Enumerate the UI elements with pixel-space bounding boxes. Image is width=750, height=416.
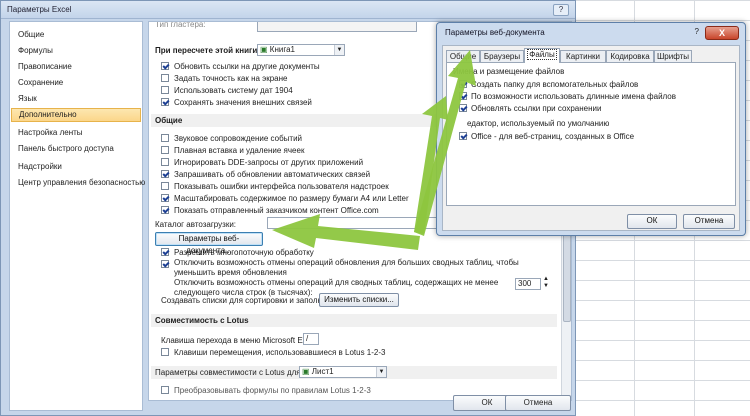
lotus-nav-label: Клавиши перемещения, использовавшиеся в …	[174, 348, 386, 357]
long-names-checkbox[interactable]	[459, 92, 467, 100]
lotus-section-header: Совместимость с Lotus	[151, 314, 557, 327]
nav-item-general[interactable]: Общие	[11, 28, 141, 42]
spinner-icon[interactable]: ▲ ▼	[543, 276, 549, 290]
recalc-label: При пересчете этой книги:	[155, 46, 260, 55]
nav-item-formulas[interactable]: Формулы	[11, 44, 141, 58]
recalc-workbook-select[interactable]: ▣ Книга1 ▼	[257, 44, 345, 56]
undo-rows-input[interactable]: 300	[515, 278, 541, 290]
support-folder-label: Создать папку для вспомогательных файлов	[471, 80, 639, 89]
tab-files-label: Файлы	[527, 49, 557, 60]
cut-off-label: Тип гластера:	[155, 21, 206, 29]
scale-a4-label: Масштабировать содержимое по размеру бум…	[174, 194, 409, 203]
precision-label: Задать точность как на экране	[174, 74, 288, 83]
cut-off-field[interactable]	[257, 22, 417, 32]
long-names-label: По возможности использовать длинные имен…	[471, 92, 676, 101]
excel-options-titlebar: Параметры Excel ?	[1, 1, 575, 19]
menu-key-input[interactable]: /	[303, 333, 319, 345]
options-nav: Общие Формулы Правописание Сохранение Яз…	[9, 21, 145, 411]
office-content-checkbox[interactable]	[161, 206, 169, 214]
date1904-label: Использовать систему дат 1904	[174, 86, 293, 95]
ask-update-label: Запрашивать об обновлении автоматических…	[174, 170, 371, 179]
chevron-down-icon: ▼	[334, 45, 344, 55]
multithread-checkbox[interactable]	[161, 248, 169, 256]
files-tab-page: Имена и размещение файлов Создать папку …	[446, 62, 736, 206]
excel-options-title: Параметры Excel	[7, 5, 72, 14]
undo-large-label: Отключить возможность отмены операций об…	[174, 258, 519, 277]
lotus-formula-checkbox[interactable]	[161, 386, 169, 394]
cancel-button[interactable]: Отмена	[505, 395, 571, 411]
chevron-down-icon: ▼	[376, 367, 386, 377]
nav-item-advanced[interactable]: Дополнительно	[11, 108, 141, 122]
ignore-dde-label: Игнорировать DDE-запросы от других прило…	[174, 158, 364, 167]
save-external-label: Сохранять значения внешних связей	[174, 98, 312, 107]
office-content-label: Показать отправленный заказчиком контент…	[174, 206, 379, 215]
smooth-insert-checkbox[interactable]	[161, 146, 169, 154]
sound-feedback-checkbox[interactable]	[161, 134, 169, 142]
help-button[interactable]: ?	[695, 27, 699, 36]
multithread-label: Разрешить многопоточную обработку	[174, 248, 314, 257]
office-editor-label: Office - для веб-страниц, созданных в Of…	[471, 132, 635, 141]
web-options-dialog: Параметры веб-документа ? X Общие Браузе…	[436, 22, 746, 236]
nav-item-addins[interactable]: Надстройки	[11, 160, 141, 174]
ignore-dde-checkbox[interactable]	[161, 158, 169, 166]
date1904-checkbox[interactable]	[161, 86, 169, 94]
nav-item-quick-access[interactable]: Панель быстрого доступа	[11, 142, 141, 156]
smooth-insert-label: Плавная вставка и удаление ячеек	[174, 146, 305, 155]
nav-item-language[interactable]: Язык	[11, 92, 141, 106]
dialog-cancel-button[interactable]: Отмена	[683, 214, 735, 229]
edit-lists-button[interactable]: Изменить списки...	[319, 293, 399, 307]
office-editor-checkbox[interactable]	[459, 132, 467, 140]
tab-files[interactable]: Файлы	[524, 48, 560, 63]
menu-key-label: Клавиша перехода в меню Microsoft Excel:	[161, 336, 320, 345]
dialog-ok-button[interactable]: ОК	[627, 214, 677, 229]
nav-item-trust-center[interactable]: Центр управления безопасностью	[11, 176, 145, 190]
recalc-workbook-value: Книга1	[269, 45, 295, 54]
update-links-save-checkbox[interactable]	[459, 104, 467, 112]
scale-a4-checkbox[interactable]	[161, 194, 169, 202]
help-button[interactable]: ?	[553, 4, 569, 16]
nav-item-proofing[interactable]: Правописание	[11, 60, 141, 74]
web-options-title: Параметры веб-документа	[445, 28, 545, 37]
default-editor-group-label: едактор, используемый по умолчанию	[467, 119, 610, 128]
support-folder-checkbox[interactable]	[459, 80, 467, 88]
save-external-checkbox[interactable]	[161, 98, 169, 106]
web-options-body: Общие Браузеры Файлы Картинки Кодировка …	[442, 45, 740, 231]
sort-lists-label: Создавать списки для сортировки и заполн…	[161, 296, 342, 305]
file-names-group-label: Имена и размещение файлов	[453, 67, 565, 76]
update-links-label: Обновить ссылки на другие документы	[174, 62, 320, 71]
lotus-formula-label: Преобразовывать формулы по правилам Lotu…	[174, 386, 371, 395]
update-links-checkbox[interactable]	[161, 62, 169, 70]
precision-checkbox[interactable]	[161, 74, 169, 82]
lotus-compat-label: Параметры совместимости с Lotus для:	[155, 368, 303, 377]
close-button[interactable]: X	[705, 26, 739, 40]
nav-item-customize-ribbon[interactable]: Настройка ленты	[11, 126, 141, 140]
web-options-button[interactable]: Параметры веб-документа...	[155, 232, 263, 255]
nav-item-save[interactable]: Сохранение	[11, 76, 141, 90]
undo-large-checkbox[interactable]	[161, 260, 169, 268]
ask-update-checkbox[interactable]	[161, 170, 169, 178]
addin-errors-label: Показывать ошибки интерфейса пользовател…	[174, 182, 389, 191]
addin-errors-checkbox[interactable]	[161, 182, 169, 190]
lotus-sheet-select[interactable]: ▣ Лист1 ▼	[299, 366, 387, 378]
lotus-sheet-value: Лист1	[311, 367, 334, 376]
autoload-label: Каталог автозагрузки:	[155, 220, 237, 229]
update-links-save-label: Обновлять ссылки при сохранении	[471, 104, 602, 113]
sound-feedback-label: Звуковое сопровождение событий	[174, 134, 303, 143]
lotus-nav-checkbox[interactable]	[161, 348, 169, 356]
